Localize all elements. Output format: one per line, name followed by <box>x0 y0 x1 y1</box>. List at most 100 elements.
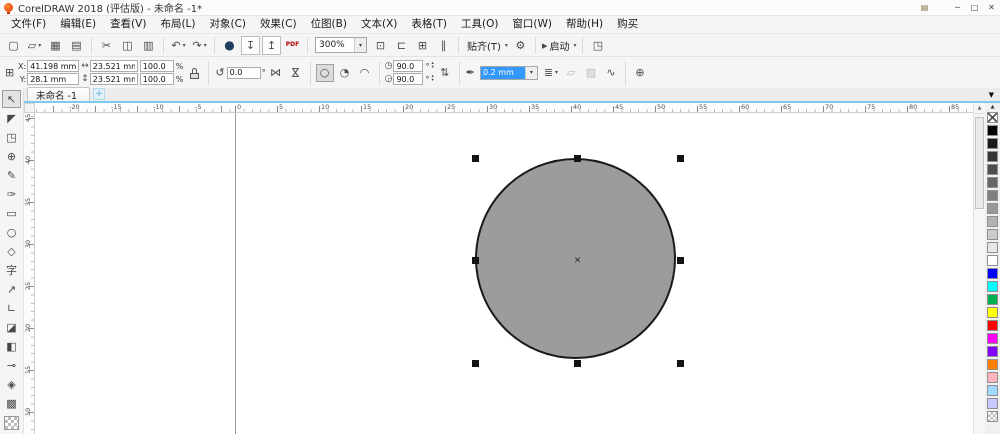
color-swatch-40-black[interactable] <box>987 203 998 214</box>
polygon-tool[interactable]: ◇ <box>2 242 21 260</box>
full-screen-preview-button[interactable]: ⊡ <box>371 36 390 55</box>
start-angle-input[interactable] <box>393 60 423 72</box>
menu-item-4[interactable]: 对象(C) <box>203 16 254 33</box>
arc-mode-button[interactable]: ◠ <box>356 64 374 82</box>
shape-tool[interactable]: ◤ <box>2 109 21 127</box>
selection-handle[interactable] <box>677 155 684 162</box>
selection-handle[interactable] <box>472 360 479 367</box>
selection-handle[interactable] <box>677 257 684 264</box>
menu-item-10[interactable]: 窗口(W) <box>505 16 559 33</box>
freehand-tool[interactable]: ✎ <box>2 166 21 184</box>
y-position-input[interactable] <box>27 73 79 85</box>
color-swatch-80-black[interactable] <box>987 151 998 162</box>
export-button[interactable]: ↥ <box>262 36 281 55</box>
save-button[interactable]: ▦ <box>46 36 65 55</box>
undo-button[interactable]: ↶▾ <box>169 36 188 55</box>
ellipse-mode-button[interactable]: ○ <box>316 64 334 82</box>
print-button[interactable]: ▤ <box>67 36 86 55</box>
parallel-dimension-tool[interactable]: ↗ <box>2 280 21 298</box>
import-button[interactable]: ↧ <box>241 36 260 55</box>
selection-handle[interactable] <box>472 155 479 162</box>
show-grid-button[interactable]: ⊞ <box>413 36 432 55</box>
connector-tool[interactable]: ∟ <box>2 299 21 317</box>
change-direction-button[interactable]: ⇅ <box>436 64 454 82</box>
search-content-button[interactable]: ● <box>220 36 239 55</box>
x-position-input[interactable] <box>27 60 79 72</box>
document-tab[interactable]: 未命名 -1 <box>27 87 90 101</box>
color-swatch-powder-blue[interactable] <box>987 398 998 409</box>
publish-to-pdf-button[interactable]: PDF <box>283 36 302 55</box>
color-swatch-60-black[interactable] <box>987 177 998 188</box>
object-height-input[interactable] <box>90 73 138 85</box>
color-swatch-yellow[interactable] <box>987 307 998 318</box>
color-swatch-no-color[interactable] <box>987 112 998 123</box>
show-rulers-button[interactable]: ⊏ <box>392 36 411 55</box>
new-document-tab-button[interactable]: + <box>93 88 105 100</box>
object-width-input[interactable] <box>90 60 138 72</box>
menu-item-9[interactable]: 工具(O) <box>454 16 505 33</box>
color-swatch-90-black[interactable] <box>987 138 998 149</box>
menu-item-0[interactable]: 文件(F) <box>4 16 53 33</box>
palette-scroll-up-icon[interactable]: ▲ <box>991 103 995 112</box>
snap-to-button[interactable]: 贴齐(T)▾ <box>464 36 509 55</box>
mirror-horizontal-button[interactable]: ⋈ <box>267 64 285 82</box>
close-button[interactable]: ✕ <box>983 0 1000 15</box>
color-swatch-magenta[interactable] <box>987 333 998 344</box>
tab-scroll-icon[interactable]: ▼ <box>989 91 994 99</box>
pick-tool[interactable]: ↖ <box>2 90 21 108</box>
menu-item-6[interactable]: 位图(B) <box>304 16 354 33</box>
paste-button[interactable]: ▥ <box>139 36 158 55</box>
menu-item-5[interactable]: 效果(C) <box>253 16 304 33</box>
color-swatch-red[interactable] <box>987 320 998 331</box>
welcome-screen-button[interactable]: ◳ <box>588 36 607 55</box>
new-document-button[interactable]: ▢ <box>4 36 23 55</box>
selection-handle[interactable] <box>574 155 581 162</box>
convert-to-curves-button[interactable]: ∿ <box>602 64 620 82</box>
outline-width-dropdown-icon[interactable]: ▾ <box>525 67 537 79</box>
selection-handle[interactable] <box>472 257 479 264</box>
menu-item-7[interactable]: 文本(X) <box>354 16 404 33</box>
zoom-tool[interactable]: ⊕ <box>2 147 21 165</box>
ellipse-tool[interactable]: ○ <box>2 223 21 241</box>
end-angle-spinner[interactable]: ▴▾ <box>431 75 433 84</box>
color-swatch-white[interactable] <box>987 255 998 266</box>
open-folder-button[interactable]: ▱▾ <box>25 36 44 55</box>
account-badge-button[interactable]: ▤ <box>916 0 933 15</box>
mirror-vertical-button[interactable]: ⋈ <box>287 64 305 82</box>
color-swatch-pink[interactable] <box>987 372 998 383</box>
color-swatch-black[interactable] <box>987 125 998 136</box>
lock-ratio-button[interactable] <box>185 64 203 82</box>
rectangle-tool[interactable]: ▭ <box>2 204 21 222</box>
color-swatch-70-black[interactable] <box>987 164 998 175</box>
scale-vertical-input[interactable] <box>140 73 174 85</box>
selection-handle[interactable] <box>677 360 684 367</box>
menu-item-12[interactable]: 购买 <box>610 16 645 33</box>
show-guidelines-button[interactable]: ∥ <box>434 36 453 55</box>
zoom-level-dropdown-icon[interactable]: ▾ <box>354 38 366 52</box>
end-angle-input[interactable] <box>393 73 423 85</box>
scrollbar-thumb[interactable] <box>975 117 984 209</box>
menu-item-8[interactable]: 表格(T) <box>404 16 454 33</box>
fill-swatch-checker-icon[interactable] <box>4 416 19 430</box>
options-button[interactable]: ⚙ <box>511 36 530 55</box>
color-swatch-baby-blue[interactable] <box>987 385 998 396</box>
quick-customize-button[interactable]: ⊕ <box>631 64 649 82</box>
color-swatch-10-black[interactable] <box>987 242 998 253</box>
color-swatch-orange[interactable] <box>987 359 998 370</box>
color-swatch-blue[interactable] <box>987 268 998 279</box>
minimize-button[interactable]: ─ <box>949 0 966 15</box>
zoom-level-input[interactable] <box>316 38 354 52</box>
selection-handle[interactable] <box>574 360 581 367</box>
redo-button[interactable]: ↷▾ <box>190 36 209 55</box>
color-swatch-green[interactable] <box>987 294 998 305</box>
drop-shadow-tool[interactable]: ◪ <box>2 318 21 336</box>
vertical-ruler[interactable]: 4540353025201510 <box>24 113 35 434</box>
copy-button[interactable]: ◫ <box>118 36 137 55</box>
crop-tool[interactable]: ◳ <box>2 128 21 146</box>
launch-button[interactable]: ▸启动▾ <box>541 36 578 55</box>
menu-item-2[interactable]: 查看(V) <box>103 16 153 33</box>
color-swatch-50-black[interactable] <box>987 190 998 201</box>
color-swatch-20-black[interactable] <box>987 229 998 240</box>
smart-fill-tool[interactable]: ▩ <box>2 394 21 412</box>
color-swatch-purple[interactable] <box>987 346 998 357</box>
